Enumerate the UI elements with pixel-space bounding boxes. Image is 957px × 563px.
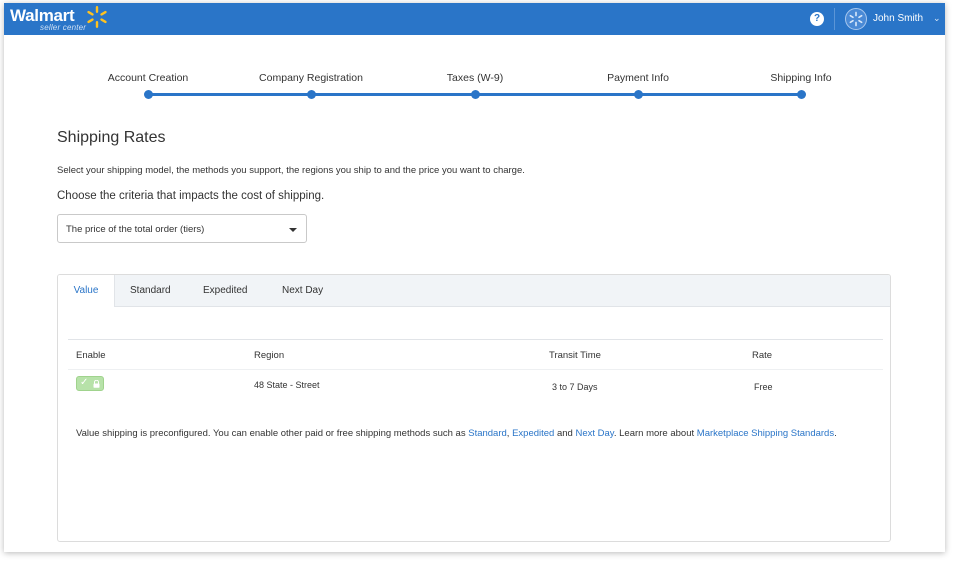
- instructions-text: Select your shipping model, the methods …: [57, 165, 525, 176]
- app-window: Walmart seller center ? John Smith ⌄ Acc…: [4, 3, 945, 552]
- shipping-methods-card: Value Standard Expedited Next Day Enable…: [57, 274, 891, 542]
- header-bar: Walmart seller center ? John Smith ⌄: [4, 3, 945, 35]
- rate-cell: Free: [754, 382, 773, 392]
- lock-icon: [93, 380, 100, 388]
- header-divider: [834, 8, 835, 30]
- table-row-top-divider: [68, 369, 883, 370]
- tab-expedited[interactable]: Expedited: [203, 275, 247, 306]
- criteria-select[interactable]: The price of the total order (tiers): [57, 214, 307, 243]
- tab-next-day[interactable]: Next Day: [282, 275, 323, 306]
- step-label-shipping-info: Shipping Info: [770, 72, 832, 84]
- check-icon: ✓: [80, 377, 89, 388]
- value-shipping-note: Value shipping is preconfigured. You can…: [76, 426, 876, 441]
- spark-avatar-icon: [849, 11, 863, 27]
- progress-stepper: Account Creation Company Registration Ta…: [4, 35, 945, 105]
- column-header-rate: Rate: [752, 350, 773, 361]
- chevron-down-icon[interactable]: ⌄: [933, 13, 941, 24]
- note-text-1: Value shipping is preconfigured. You can…: [76, 428, 469, 439]
- step-label-taxes: Taxes (W-9): [446, 72, 504, 84]
- step-label-account-creation: Account Creation: [107, 72, 189, 84]
- table-header-divider: [68, 339, 883, 340]
- note-text-4: .: [834, 428, 837, 439]
- step-dot-payment-info: [633, 90, 643, 99]
- brand-subtitle: seller center: [40, 23, 87, 32]
- caret-down-icon: [289, 228, 297, 232]
- transit-time-cell: 3 to 7 Days: [552, 382, 598, 392]
- step-label-payment-info: Payment Info: [607, 72, 669, 84]
- step-dot-shipping-info: [796, 90, 806, 99]
- step-dot-taxes: [470, 90, 480, 99]
- tab-value[interactable]: Value: [58, 275, 115, 307]
- spark-icon: [87, 6, 107, 28]
- enable-toggle[interactable]: ✓: [76, 376, 104, 391]
- step-dot-account-creation: [143, 90, 153, 99]
- column-header-transit-time: Transit Time: [549, 350, 601, 361]
- step-label-company-registration: Company Registration: [259, 72, 363, 84]
- expedited-link[interactable]: Expedited: [512, 428, 554, 439]
- avatar[interactable]: [845, 8, 867, 30]
- help-icon[interactable]: ?: [810, 12, 824, 26]
- column-header-enable: Enable: [76, 350, 106, 361]
- walmart-logo[interactable]: Walmart seller center: [10, 5, 120, 33]
- column-header-region: Region: [254, 350, 285, 361]
- next-day-link[interactable]: Next Day: [575, 428, 613, 439]
- tab-standard[interactable]: Standard: [130, 275, 171, 306]
- region-cell: 48 State - Street: [254, 380, 320, 390]
- criteria-label: Choose the criteria that impacts the cos…: [57, 190, 325, 202]
- criteria-select-value: The price of the total order (tiers): [66, 224, 205, 235]
- user-name[interactable]: John Smith: [873, 13, 923, 24]
- note-text-2: and: [554, 428, 576, 439]
- step-dot-company-registration: [306, 90, 316, 99]
- standard-link[interactable]: Standard: [468, 428, 507, 439]
- shipping-method-tabs: Value Standard Expedited Next Day: [58, 275, 890, 307]
- marketplace-shipping-standards-link[interactable]: Marketplace Shipping Standards: [697, 428, 834, 439]
- page-title: Shipping Rates: [57, 129, 166, 146]
- note-text-3: . Learn more about: [613, 428, 697, 439]
